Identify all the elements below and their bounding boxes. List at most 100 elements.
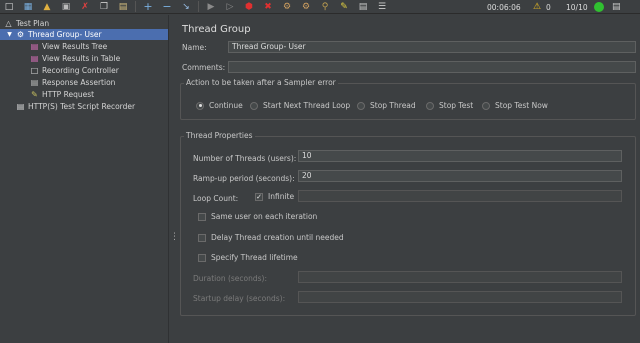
radio-selected-icon	[196, 101, 204, 110]
shutdown-icon[interactable]: ✖	[261, 1, 275, 13]
checkmark-icon: ✓	[255, 192, 263, 201]
checkbox-icon	[198, 253, 206, 262]
comments-label: Comments:	[182, 63, 226, 72]
start-icon[interactable]: ▶	[204, 1, 218, 13]
start-next-loop-radio[interactable]: Start Next Thread Loop	[250, 101, 350, 110]
thread-group-panel: Thread Group Name: Thread Group- User Co…	[174, 15, 640, 343]
tree-item-http-request[interactable]: ✎ HTTP Request	[30, 89, 166, 100]
infinite-checkbox[interactable]: ✓ Infinite	[255, 192, 294, 201]
startup-delay-field[interactable]	[298, 291, 622, 303]
stop-thread-radio[interactable]: Stop Thread	[357, 101, 416, 110]
delay-thread-creation-label: Delay Thread creation until needed	[211, 233, 344, 242]
thread-group-icon: ⚙	[16, 30, 25, 39]
search-icon[interactable]: ⚲	[318, 1, 332, 13]
same-user-checkbox[interactable]: Same user on each iteration	[198, 212, 317, 221]
listener-icon: ▤	[30, 42, 39, 51]
checkbox-icon	[198, 212, 206, 221]
radio-icon	[482, 101, 490, 110]
infinite-label: Infinite	[268, 192, 295, 201]
warning-icon[interactable]: ⚠	[533, 0, 541, 14]
same-user-label: Same user on each iteration	[211, 212, 318, 221]
tree-item-label: Test Plan	[16, 19, 50, 28]
radio-icon	[250, 101, 258, 110]
clear-icon[interactable]: ⚙	[280, 1, 294, 13]
specify-thread-lifetime-label: Specify Thread lifetime	[211, 253, 298, 262]
duration-label: Duration (seconds):	[193, 274, 267, 283]
elapsed-time: 00:06:06	[487, 2, 521, 12]
thread-properties-group	[180, 136, 636, 316]
stop-test-now-radio[interactable]: Stop Test Now	[482, 101, 548, 110]
test-plan-icon: △	[5, 19, 12, 28]
reset-search-icon[interactable]: ✎	[337, 1, 351, 13]
active-threads: 10/10	[566, 2, 588, 12]
tree-item-https-recorder[interactable]: ▤ HTTP(S) Test Script Recorder	[16, 101, 166, 112]
new-icon[interactable]: □	[2, 1, 16, 13]
checkbox-icon	[198, 233, 206, 242]
tree-item-thread-group[interactable]: ▼ ⚙ Thread Group- User	[0, 29, 168, 40]
tree-item-view-results-table[interactable]: ▤ View Results in Table	[30, 53, 166, 64]
stop-test-radio[interactable]: Stop Test	[426, 101, 473, 110]
radio-icon	[357, 101, 365, 110]
stop-thread-label: Stop Thread	[370, 101, 416, 110]
toolbar: □ ▦ ▲ ▣ ✗ ❐ ▤ + − ↘ ▶ ▷ ⬢ ✖ ⚙ ⚙ ⚲ ✎ ▤ ☰ …	[0, 0, 640, 14]
warning-count: 0	[546, 2, 551, 12]
tree-item-label: Thread Group- User	[28, 30, 102, 39]
name-field[interactable]: Thread Group- User	[228, 41, 636, 53]
tree-item-label: Recording Controller	[42, 66, 119, 75]
delay-thread-creation-checkbox[interactable]: Delay Thread creation until needed	[198, 233, 344, 242]
tree-item-test-plan[interactable]: △ Test Plan	[4, 18, 164, 29]
test-plan-tree: △ Test Plan ▼ ⚙ Thread Group- User ▤ Vie…	[0, 15, 169, 343]
function-helper-icon[interactable]: ▤	[356, 1, 370, 13]
thread-properties-legend: Thread Properties	[184, 131, 255, 140]
sampler-icon: ✎	[31, 90, 38, 99]
tree-item-view-results-tree[interactable]: ▤ View Results Tree	[30, 41, 166, 52]
toggle-icon[interactable]: ↘	[179, 1, 193, 13]
start-next-loop-label: Start Next Thread Loop	[263, 101, 351, 110]
duration-field[interactable]	[298, 271, 622, 283]
tree-item-recording-controller[interactable]: □ Recording Controller	[30, 65, 166, 76]
number-of-threads-label: Number of Threads (users):	[193, 154, 297, 163]
loop-count-label: Loop Count:	[193, 194, 239, 203]
tree-item-label: HTTP Request	[42, 90, 95, 99]
listener-icon: ▤	[30, 54, 39, 63]
start-no-pause-icon[interactable]: ▷	[223, 1, 237, 13]
tree-item-label: View Results Tree	[42, 42, 108, 51]
stop-test-now-label: Stop Test Now	[495, 101, 548, 110]
panel-title: Thread Group	[182, 24, 251, 35]
continue-radio[interactable]: Continue	[196, 101, 243, 110]
expanded-chevron-icon: ▼	[7, 31, 12, 38]
clear-all-icon[interactable]: ⚙	[299, 1, 313, 13]
loop-count-field[interactable]	[298, 190, 622, 202]
rampup-period-field[interactable]: 20	[298, 170, 622, 182]
specify-thread-lifetime-checkbox[interactable]: Specify Thread lifetime	[198, 253, 298, 262]
status-indicator-icon	[594, 2, 604, 12]
assertion-icon: ▤	[30, 78, 39, 87]
paste-icon[interactable]: ▤	[116, 1, 130, 13]
name-label: Name:	[182, 43, 207, 52]
continue-label: Continue	[209, 101, 243, 110]
expand-icon[interactable]: +	[141, 0, 155, 13]
log-viewer-icon[interactable]: ▤	[612, 0, 621, 14]
help-icon[interactable]: ☰	[375, 1, 389, 13]
cut-icon[interactable]: ✗	[78, 1, 92, 13]
collapse-icon[interactable]: −	[160, 0, 174, 13]
tree-item-response-assertion[interactable]: ▤ Response Assertion	[30, 77, 166, 88]
rampup-period-label: Ramp-up period (seconds):	[193, 174, 295, 183]
templates-icon[interactable]: ▦	[21, 1, 35, 13]
controller-icon: □	[30, 66, 39, 75]
save-icon[interactable]: ▣	[59, 1, 73, 13]
tree-item-label: HTTP(S) Test Script Recorder	[28, 102, 136, 111]
comments-field[interactable]	[228, 61, 636, 73]
stop-test-label: Stop Test	[439, 101, 474, 110]
radio-icon	[426, 101, 434, 110]
number-of-threads-field[interactable]: 10	[298, 150, 622, 162]
toolbar-separator	[198, 1, 199, 12]
copy-icon[interactable]: ❐	[97, 1, 111, 13]
sampler-error-legend: Action to be taken after a Sampler error	[184, 78, 338, 87]
tree-item-label: Response Assertion	[42, 78, 116, 87]
recorder-icon: ▤	[16, 102, 25, 111]
open-icon[interactable]: ▲	[40, 1, 54, 13]
stop-icon[interactable]: ⬢	[242, 1, 256, 13]
toolbar-separator	[135, 1, 136, 12]
tree-item-label: View Results in Table	[42, 54, 121, 63]
